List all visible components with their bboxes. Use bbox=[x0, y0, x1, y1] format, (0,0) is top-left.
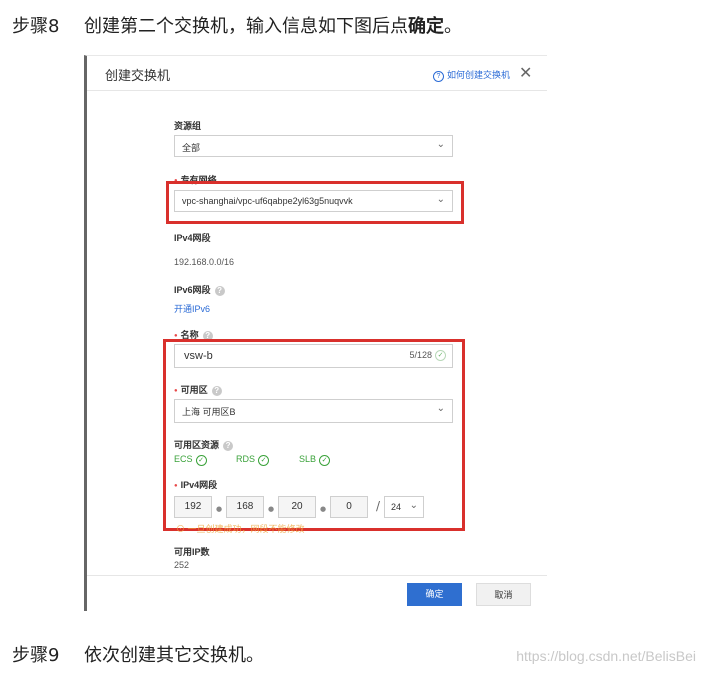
close-icon[interactable]: ✕ bbox=[519, 63, 532, 82]
help-icon[interactable]: ? bbox=[214, 285, 225, 296]
confirm-button[interactable]: 确定 bbox=[407, 583, 462, 606]
resource-group-value: 全部 bbox=[182, 143, 201, 153]
ipv6-cidr-label-text: IPv6网段 bbox=[174, 285, 211, 295]
create-vswitch-dialog: 创建交换机 ?如何创建交换机 ✕ 资源组 全部 ⌄ 专有网络 vpc-shang… bbox=[84, 55, 547, 611]
step-text: 创建第二个交换机，输入信息如下图后点 bbox=[84, 16, 408, 37]
highlight-frame-vswitch bbox=[163, 339, 465, 531]
cidr-warning: ⊙ 一旦创建成功，网段不能修改 bbox=[176, 522, 305, 535]
step-number: 步骤9 bbox=[12, 645, 60, 666]
step-8-instruction: 步骤8 创建第二个交换机，输入信息如下图后点确定。 bbox=[12, 12, 462, 38]
dialog-footer: 确定 取消 bbox=[87, 575, 547, 613]
step-bold-term: 确定 bbox=[408, 16, 444, 37]
help-link-text: 如何创建交换机 bbox=[447, 70, 511, 80]
resource-group-label: 资源组 bbox=[174, 121, 202, 131]
step-end: 。 bbox=[444, 16, 462, 37]
dialog-header: 创建交换机 ? 如何创建交换机 ✕ bbox=[87, 56, 547, 91]
step-number: 步骤8 bbox=[12, 16, 60, 37]
cidr-warning-text: 一旦创建成功，网段不能修改 bbox=[187, 524, 305, 534]
highlight-frame-vpc bbox=[166, 181, 464, 224]
chevron-down-icon: ⌄ bbox=[436, 139, 445, 150]
question-icon: ? bbox=[433, 71, 444, 82]
ipv6-cidr-label: IPv6网段? bbox=[174, 283, 225, 296]
watermark: https://blog.csdn.net/BelisBei bbox=[516, 648, 696, 664]
help-link[interactable]: ? 如何创建交换机 bbox=[433, 68, 510, 82]
ipv4-cidr-label: IPv4网段 bbox=[174, 233, 211, 243]
step-text: 依次创建其它交换机。 bbox=[84, 645, 264, 666]
available-ip-value: 252 bbox=[174, 560, 190, 570]
step-9-instruction: 步骤9 依次创建其它交换机。 bbox=[12, 641, 264, 667]
resource-group-select[interactable]: 全部 ⌄ bbox=[174, 135, 453, 157]
available-ip-label: 可用IP数 bbox=[174, 547, 210, 557]
dialog-title: 创建交换机 bbox=[105, 69, 171, 84]
ipv4-cidr-value: 192.168.0.0/16 bbox=[174, 257, 235, 267]
cancel-button[interactable]: 取消 bbox=[476, 583, 531, 606]
enable-ipv6-link[interactable]: 开通IPv6 bbox=[174, 302, 210, 315]
warning-icon: ⊙ bbox=[176, 524, 188, 534]
